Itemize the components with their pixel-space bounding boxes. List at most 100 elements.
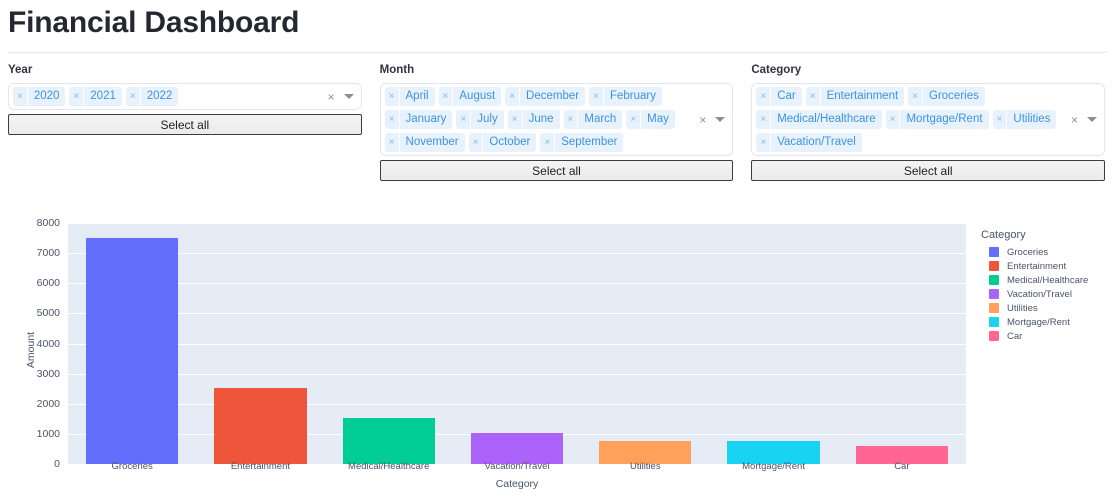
tag-label: 2021 [90,90,116,102]
list-item[interactable]: × February [589,87,662,106]
category-multiselect[interactable]: × Car × Entertainment × Groceries × Medi… [751,83,1106,156]
clear-all-icon[interactable]: × [328,91,335,103]
legend-item[interactable]: Groceries [981,245,1088,259]
month-multiselect[interactable]: × April × August × December × February ×… [379,83,734,156]
chevron-down-icon[interactable] [1087,117,1098,122]
legend-swatch [989,289,999,299]
tag-label: October [489,136,531,148]
remove-tag-icon[interactable]: × [540,133,556,152]
list-item[interactable]: × January [384,110,453,129]
tag-label: August [459,90,496,102]
list-item[interactable]: × Entertainment [805,87,905,106]
legend-swatch [989,261,999,271]
remove-tag-icon[interactable]: × [456,110,472,129]
remove-tag-icon[interactable]: × [439,87,454,106]
tag-label: May [647,113,669,125]
list-item[interactable]: × September [540,133,624,152]
remove-tag-icon[interactable]: × [626,110,642,129]
list-item[interactable]: × March [563,110,623,129]
remove-tag-icon[interactable]: × [756,87,772,106]
list-item[interactable]: × Utilities [992,110,1057,129]
filter-month-label: Month [379,64,415,76]
legend-label: Mortgage/Rent [1007,316,1070,328]
list-item[interactable]: × June [507,110,560,129]
bar[interactable] [85,238,179,464]
list-item[interactable]: × 2021 [69,87,122,106]
legend-label: Medical/Healthcare [1007,274,1089,286]
list-item[interactable]: × August [438,87,502,106]
x-axis-tick-label: Vacation/Travel [484,461,550,472]
chevron-down-icon[interactable] [715,117,726,122]
filter-year: Year × 2020 × 2021 × 2022 × Select all [0,62,362,181]
legend-item[interactable]: Utilities [981,301,1088,315]
legend-swatch [989,303,999,313]
remove-tag-icon[interactable]: × [385,87,400,106]
select-all-year-button[interactable]: Select all [8,114,362,135]
legend-item[interactable]: Car [981,329,1088,343]
legend-label: Utilities [1007,302,1038,314]
list-item[interactable]: × Medical/Healthcare [756,110,882,129]
bar[interactable] [214,388,307,464]
list-item[interactable]: × Groceries [908,87,985,106]
gridline [68,223,966,224]
list-item[interactable]: × May [626,110,675,129]
list-item[interactable]: × 2022 [125,87,179,106]
x-axis-tick-label: Car [894,461,910,472]
tag-label: January [405,113,447,125]
remove-tag-icon[interactable]: × [806,87,821,106]
clear-all-icon[interactable]: × [1071,114,1078,126]
remove-tag-icon[interactable]: × [756,133,772,152]
page-title: Financial Dashboard [8,6,300,39]
remove-tag-icon[interactable]: × [564,110,579,129]
legend-item[interactable]: Medical/Healthcare [981,273,1088,287]
list-item[interactable]: × November [384,133,465,152]
chevron-down-icon[interactable] [343,94,354,99]
remove-tag-icon[interactable]: × [589,87,604,106]
legend-item[interactable]: Vacation/Travel [981,287,1088,301]
remove-tag-icon[interactable]: × [505,87,521,106]
list-item[interactable]: × Vacation/Travel [756,133,862,152]
remove-tag-icon[interactable]: × [126,87,141,106]
bar[interactable] [470,433,564,464]
legend-item[interactable]: Mortgage/Rent [981,315,1088,329]
list-item[interactable]: × 2020 [13,87,66,106]
clear-all-icon[interactable]: × [699,114,706,126]
remove-tag-icon[interactable]: × [469,133,484,152]
remove-tag-icon[interactable]: × [886,110,901,129]
legend-items: Groceries Entertainment Medical/Healthcare… [981,245,1088,343]
list-item[interactable]: × October [468,133,537,152]
legend-swatch [989,331,999,341]
list-item[interactable]: × Car [756,87,802,106]
tag-label: Car [777,90,796,102]
list-item[interactable]: × July [456,110,504,129]
tag-label: September [561,136,618,148]
select-all-month-button[interactable]: Select all [379,160,734,181]
x-axis-tick-label: Groceries [111,461,153,472]
remove-tag-icon[interactable]: × [993,110,1008,129]
month-multiselect-controls: × [699,114,726,126]
filter-month: Month × April × August × December × Febr… [372,62,734,181]
legend-item[interactable]: Entertainment [981,259,1088,273]
y-axis-title: Amount [25,331,37,369]
remove-tag-icon[interactable]: × [69,87,85,106]
select-all-category-button[interactable]: Select all [751,160,1106,181]
bar[interactable] [342,418,435,464]
tag-label: Entertainment [826,90,899,102]
filter-bar: Year × 2020 × 2021 × 2022 × Select all M… [0,62,1115,181]
list-item[interactable]: × April [384,87,435,106]
y-axis-tick-label: 7000 [36,247,60,260]
year-multiselect[interactable]: × 2020 × 2021 × 2022 × [8,83,362,110]
remove-tag-icon[interactable]: × [385,133,400,152]
tag-label: November [405,136,459,148]
gridline [68,373,966,375]
remove-tag-icon[interactable]: × [908,87,924,106]
amount-by-category-bar-chart: 0 1000 2000 3000 4000 5000 6000 7000 8000 Amount… [0,205,1115,500]
remove-tag-icon[interactable]: × [13,87,28,106]
list-item[interactable]: × December [505,87,586,106]
remove-tag-icon[interactable]: × [508,110,523,129]
remove-tag-icon[interactable]: × [756,110,772,129]
list-item[interactable]: × Mortgage/Rent [885,110,989,129]
remove-tag-icon[interactable]: × [385,110,400,129]
tag-label: 2020 [33,90,60,102]
gridline [68,253,966,255]
